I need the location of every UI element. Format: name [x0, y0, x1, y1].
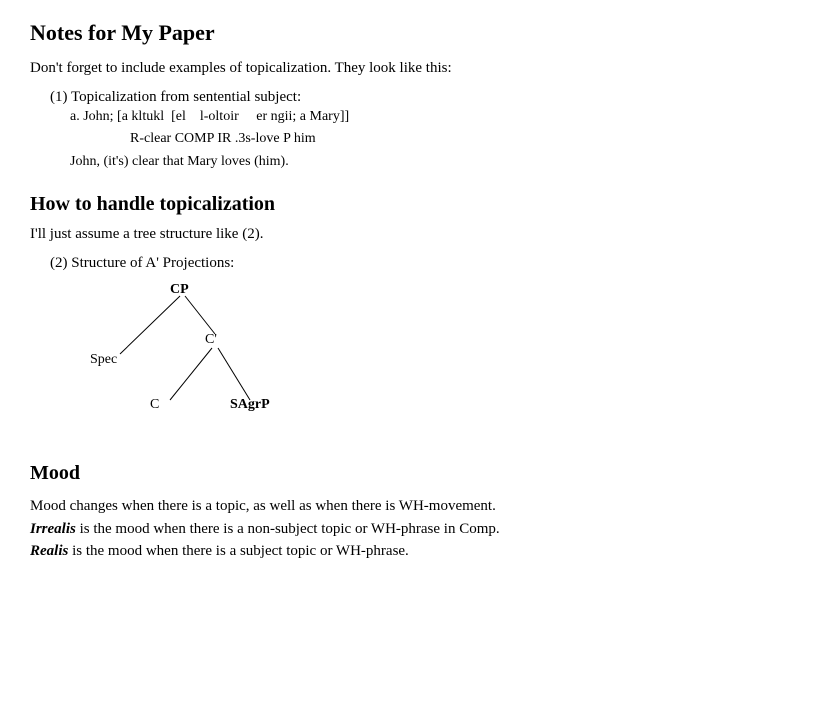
heading-part2: topicalization	[154, 193, 275, 215]
mood-line-2-rest: is the mood when there is a non-subject …	[76, 521, 500, 537]
syntax-tree: CP Spec C' C SAgrP	[90, 282, 310, 442]
section-2-heading: How to handle topicalization	[30, 193, 798, 216]
linguistic-example-1: a. John; [a kltukl [el l-oltoir er ngii;…	[70, 106, 798, 173]
mood-line-3: Realis is the mood when there is a subje…	[30, 540, 798, 563]
mood-term-realis: Realis	[30, 543, 68, 559]
tree-node-c: C	[150, 397, 159, 413]
mood-heading: Mood	[30, 462, 798, 485]
section-2-body: I'll just assume a tree structure like (…	[30, 226, 798, 243]
example-1: (1) Topicalization from sentential subje…	[50, 89, 798, 173]
intro-text: Don't forget to include examples of topi…	[30, 60, 798, 77]
tree-svg	[90, 282, 310, 442]
example-1-label: (1) Topicalization from sentential subje…	[50, 89, 301, 105]
mood-term-irrealis: Irrealis	[30, 521, 76, 537]
mood-text: Mood changes when there is a topic, as w…	[30, 495, 798, 563]
translation-line: John, (it's) clear that Mary loves (him)…	[70, 151, 798, 173]
heading-part1: How to	[30, 193, 97, 215]
mood-line-1: Mood changes when there is a topic, as w…	[30, 495, 798, 518]
tree-node-cp: CP	[170, 282, 189, 298]
glosses-line: R-clear COMP IR .3s-love P him	[130, 128, 798, 150]
linguistic-line: a. John; [a kltukl [el l-oltoir er ngii;…	[70, 106, 798, 128]
example-2-label: (2) Structure of A' Projections:	[50, 255, 798, 272]
mood-line-2: Irrealis is the mood when there is a non…	[30, 518, 798, 541]
tree-node-sagrp: SAgrP	[230, 397, 270, 413]
heading-bold: handle	[97, 193, 155, 215]
tree-node-spec: Spec	[90, 352, 117, 368]
tree-node-cprime: C'	[205, 332, 217, 348]
mood-line-3-rest: is the mood when there is a subject topi…	[68, 543, 408, 559]
page-title: Notes for My Paper	[30, 20, 798, 46]
